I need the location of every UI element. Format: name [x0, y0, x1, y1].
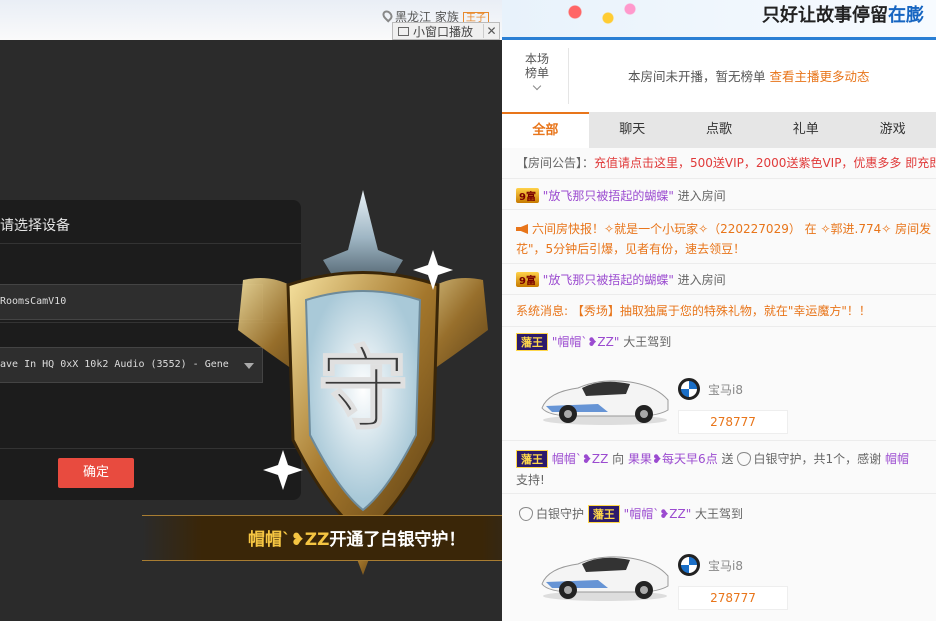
guard-notice-bar: 帽帽ˋ❥ZZ开通了白银守护！ — [142, 515, 502, 561]
divider — [568, 48, 569, 104]
system-text[interactable]: 【秀场】抽取独属于您的特殊礼物，就在"幸运魔方"！！ — [572, 304, 871, 318]
rank-toggle[interactable]: 本场 榜单 — [522, 52, 552, 91]
badge-glyph: 守 — [318, 336, 408, 442]
tab-song[interactable]: 点歌 — [676, 112, 763, 148]
mini-window-button[interactable]: 小窗口播放 ✕ — [392, 22, 500, 40]
window-icon — [398, 26, 409, 36]
slogan-highlight: 在膨 — [888, 5, 924, 26]
system-label: 系统消息: — [516, 304, 569, 318]
entry-action: 进入房间 — [677, 273, 726, 287]
silver-guard-icon — [519, 507, 533, 521]
entry-action: 进入房间 — [677, 189, 726, 203]
tab-games[interactable]: 游戏 — [849, 112, 936, 148]
rank-message: 本房间未开播，暂无榜单 查看主播更多动态 — [628, 66, 870, 85]
gift-send: 送 — [721, 452, 734, 466]
video-area: 请选择设备 RoomsCamV10 ave In HQ 0xX 10k2 Aud… — [0, 40, 502, 621]
tab-gifts[interactable]: 礼单 — [762, 112, 849, 148]
tab-all[interactable]: 全部 — [502, 112, 589, 148]
close-icon[interactable]: ✕ — [483, 24, 499, 38]
bmw-logo-icon — [678, 378, 700, 400]
wealth-level-badge: 9富 — [516, 272, 539, 287]
target-username[interactable]: 果果❥每天早6点 — [628, 452, 718, 466]
news-label: 六间房快报！ — [532, 222, 605, 236]
car-image — [541, 380, 669, 425]
username[interactable]: 帽帽 — [885, 452, 909, 466]
dialog-title: 请选择设备 — [0, 218, 70, 234]
list-item: 系统消息: 【秀场】抽取独属于您的特殊礼物，就在"幸运魔方"！！ — [516, 302, 871, 319]
arrive-action: 大王驾到 — [695, 507, 744, 521]
arrive-action: 大王驾到 — [623, 335, 672, 349]
divider — [502, 326, 936, 327]
location-pin-icon — [380, 8, 395, 23]
audio-select[interactable]: ave In HQ 0xX 10k2 Audio (3552) - Gene — [0, 347, 263, 383]
list-item: 藩王 "帽帽ˋ❥ZZ" 大王驾到 — [516, 333, 671, 351]
rank-section: 本场 榜单 本房间未开播，暂无榜单 查看主播更多动态 — [502, 40, 936, 112]
list-item: 花"，5分钟后引爆，见者有份，速去领豆！ — [516, 240, 745, 257]
camera-select[interactable]: RoomsCamV10 — [0, 284, 263, 320]
divider — [502, 440, 936, 441]
username[interactable]: "放飞那只被捂起的蝴蝶" — [543, 189, 674, 203]
divider — [502, 178, 936, 179]
fan-badge: 藩王 — [587, 505, 620, 523]
confirm-button[interactable]: 确定 — [58, 458, 134, 488]
balloons-decoration — [542, 0, 652, 30]
divider — [502, 209, 936, 210]
car-price: 278777 — [678, 586, 788, 610]
car-image — [541, 556, 669, 601]
right-panel: 本场 榜单 本房间未开播，暂无榜单 查看主播更多动态 全部 聊天 点歌 礼单 游戏… — [502, 40, 936, 621]
car-info: 宝马i8 278777 — [678, 378, 788, 434]
news-line1[interactable]: ✧就是一个小玩家✧（220227029） 在 ✧郭进.774✧ 房间发 — [604, 222, 931, 236]
notice-text: 帽帽ˋ❥ZZ开通了白银守护！ — [248, 525, 465, 550]
username[interactable]: "帽帽ˋ❥ZZ" — [552, 335, 620, 349]
rank-message-text: 本房间未开播，暂无榜单 — [628, 69, 766, 84]
chat-tabs: 全部 聊天 点歌 礼单 游戏 — [502, 112, 936, 148]
list-item: 六间房快报！✧就是一个小玩家✧（220227029） 在 ✧郭进.774✧ 房间… — [516, 220, 931, 237]
list-item: 白银守护 藩王 "帽帽ˋ❥ZZ" 大王驾到 — [516, 505, 743, 523]
username[interactable]: "帽帽ˋ❥ZZ" — [624, 507, 692, 521]
list-item: 9富 "放飞那只被捂起的蝴蝶" 进入房间 — [516, 271, 726, 288]
list-item: 藩王 帽帽ˋ❥ZZ 向 果果❥每天早6点 送 白银守护，共1个，感谢 帽帽 — [516, 450, 909, 468]
audio-select-value: ave In HQ 0xX 10k2 Audio (3552) - Gene — [0, 359, 229, 370]
gift-line2: 支持! — [516, 473, 545, 487]
list-item: 支持! — [516, 471, 545, 488]
tab-chat[interactable]: 聊天 — [589, 112, 676, 148]
car-price: 278777 — [678, 410, 788, 434]
guard-label: 白银守护 — [536, 507, 585, 521]
silver-guard-icon — [736, 452, 751, 466]
notice-user: 帽帽ˋ❥ZZ — [248, 530, 330, 550]
gift-to: 向 — [612, 452, 625, 466]
more-updates-link[interactable]: 查看主播更多动态 — [770, 69, 870, 84]
divider — [502, 493, 936, 494]
rank-label-line2: 榜单 — [524, 66, 549, 80]
speaker-icon — [516, 224, 528, 234]
username[interactable]: 帽帽ˋ❥ZZ — [552, 452, 609, 466]
slogan: 只好让故事停留在膨 — [762, 1, 924, 27]
announcement: 【房间公告】：充值请点击这里，500送VIP，2000送紫色VIP，优惠多多 即… — [516, 154, 936, 171]
car-name: 宝马i8 — [708, 558, 743, 573]
mini-window-label: 小窗口播放 — [413, 24, 474, 39]
car-info: 宝马i8 278777 — [678, 554, 788, 610]
username[interactable]: "放飞那只被捂起的蝴蝶" — [543, 273, 674, 287]
gift-item: 白银守护，共1个，感谢 — [753, 452, 882, 466]
slogan-text: 只好让故事停留 — [762, 5, 888, 26]
wealth-level-badge: 9富 — [516, 188, 539, 203]
chevron-down-icon — [532, 81, 542, 91]
divider — [502, 263, 936, 264]
news-line2: 花"，5分钟后引爆，见者有份，速去领豆！ — [516, 242, 746, 256]
chat-list[interactable]: 【房间公告】：充值请点击这里，500送VIP，2000送紫色VIP，优惠多多 即… — [502, 148, 936, 621]
rank-label-line1: 本场 — [524, 52, 549, 66]
divider — [502, 294, 936, 295]
announcement-label: 【房间公告】： — [516, 156, 595, 170]
bmw-logo-icon — [678, 554, 700, 576]
fan-badge: 藩王 — [516, 333, 548, 351]
notice-message: 开通了白银守护！ — [329, 530, 466, 550]
car-name: 宝马i8 — [708, 382, 743, 397]
announcement-link[interactable]: 充值请点击这里，500送VIP，2000送紫色VIP，优惠多多 即充即 — [594, 156, 936, 170]
fan-badge: 藩王 — [516, 450, 548, 468]
list-item: 9富 "放飞那只被捂起的蝴蝶" 进入房间 — [516, 187, 726, 204]
